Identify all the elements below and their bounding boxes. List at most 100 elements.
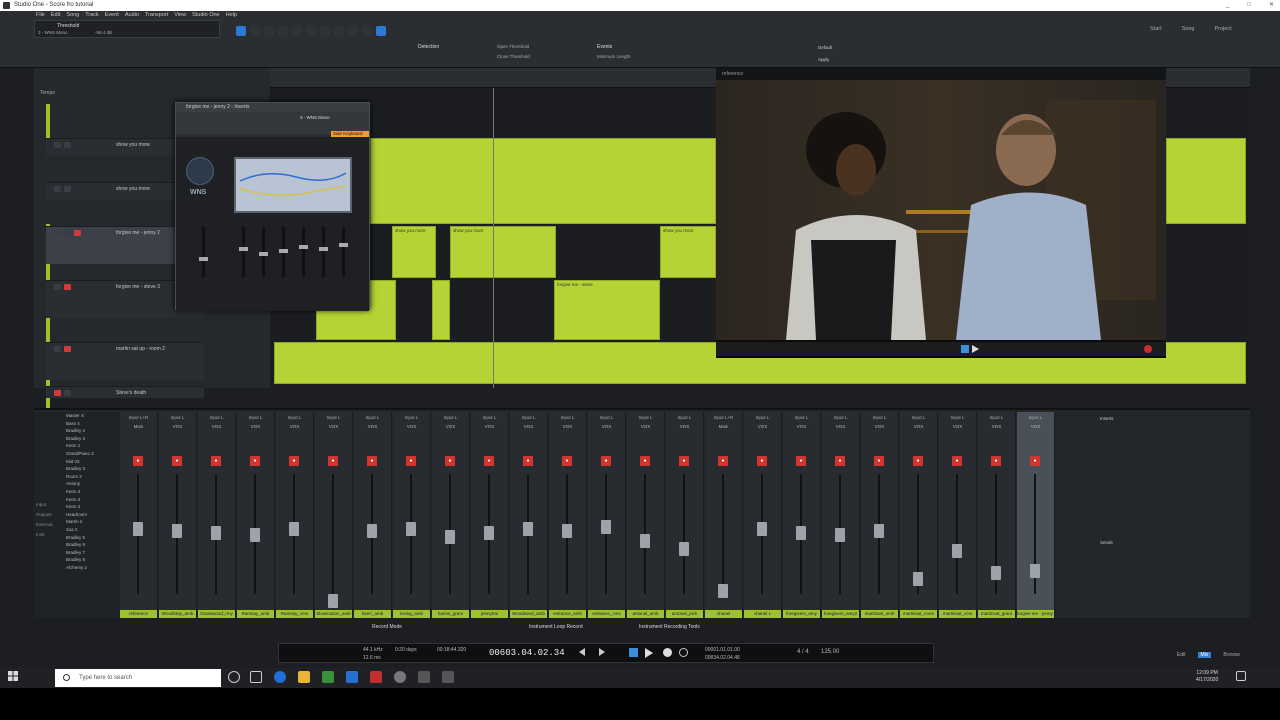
channel-name[interactable]: martinsat_cms [939,610,976,618]
console-list-item[interactable]: Kenn 1 [34,442,120,450]
mixer-channel-strip[interactable]: Input L VOX ● forgive me - jenny 2 [1017,412,1055,618]
console-list-item[interactable]: Alchemy 2 [34,564,120,572]
record-arm-button[interactable] [64,284,71,290]
record-arm-button[interactable]: ● [640,456,650,466]
channel-output[interactable]: VOX [198,424,235,429]
record-arm-button[interactable]: ● [328,456,338,466]
channel-output[interactable]: VOX [549,424,586,429]
channel-output[interactable]: VOX [822,424,859,429]
fader-cap[interactable] [757,522,767,536]
fader-track[interactable] [605,474,607,594]
mute-button[interactable] [54,284,61,290]
fader-cap[interactable] [679,542,689,556]
record-arm-button[interactable]: ● [679,456,689,466]
channel-output[interactable]: VOX [237,424,274,429]
channel-input[interactable]: Input L [627,415,664,420]
inspector-track-box[interactable]: Threshold 3 - WNS Mono -58.4 dB [34,20,220,38]
record-button[interactable] [663,648,672,657]
plugin-fader[interactable] [239,227,248,277]
song-page-button[interactable]: Song [1182,26,1195,32]
console-list-item[interactable]: Bradley 2 [34,427,120,435]
console-list-item[interactable]: GrandPiano 2 [34,450,120,458]
channel-name[interactable]: Ramsay_cms [276,610,313,618]
channel-output[interactable]: VOX [432,424,469,429]
channel-input[interactable]: Input L [393,415,430,420]
mix-view-button[interactable]: Mix [1197,652,1212,658]
menu-edit[interactable]: Edit [51,11,60,20]
start-page-button[interactable]: Start [1150,26,1162,32]
audio-clip[interactable]: forgive me - steve [554,280,660,340]
channel-output[interactable]: VOX [276,424,313,429]
windows-start-icon[interactable] [8,671,18,681]
fader-cap[interactable] [601,520,611,534]
channel-input[interactable]: Input L [237,415,274,420]
mute-button[interactable] [64,390,71,396]
fader-cap[interactable] [640,534,650,548]
record-arm-button[interactable]: ● [718,456,728,466]
mute-button[interactable] [54,346,61,352]
channel-output[interactable]: VOX [588,424,625,429]
mixer-channel-strip[interactable]: Input L VOX ● hamr_amb [354,412,392,618]
channel-name[interactable]: martinsat_amb [861,610,898,618]
channel-output[interactable]: VOX [978,424,1015,429]
fader-cap[interactable] [250,528,260,542]
console-list-item[interactable]: Bradley 3 [34,435,120,443]
mute-button[interactable] [54,142,61,148]
plugin-window[interactable]: forgive me - jenny 2 - Inserts 3 - WNS M… [175,102,370,311]
channel-name[interactable]: chanel [705,610,742,618]
audio-clip[interactable] [432,280,450,340]
listen-tool-icon[interactable] [334,26,344,36]
store-icon[interactable] [322,671,334,683]
taskbar-clock[interactable]: 12:09 PM 4/17/2020 [1196,670,1218,684]
fader-cap[interactable] [445,530,455,544]
channel-output[interactable]: VOX [783,424,820,429]
channel-name[interactable]: antonal_amb [627,610,664,618]
fader-cap[interactable] [133,522,143,536]
fader-cap[interactable] [172,524,182,538]
channel-name[interactable]: foregivem_amy [783,610,820,618]
channel-output[interactable]: VOX [393,424,430,429]
side-label-external[interactable]: External [36,520,53,530]
close-button[interactable]: ✕ [1269,0,1274,11]
record-arm-button[interactable]: ● [172,456,182,466]
channel-input[interactable]: Input L [978,415,1015,420]
fader-cap[interactable] [289,522,299,536]
mixer-channel-strip[interactable]: Input L VOX ● Woodstop_amb [159,412,197,618]
split-tool-icon[interactable] [264,26,274,36]
fader-cap[interactable] [406,522,416,536]
channel-output[interactable]: VOX [510,424,547,429]
console-list-item[interactable]: Bradley 6 [34,541,120,549]
channel-name[interactable]: hamr_amb [354,610,391,618]
record-arm-button[interactable]: ● [367,456,377,466]
app-icon-2[interactable] [442,671,454,683]
position-display[interactable]: 00603.04.02.34 [489,648,565,658]
record-arm-button[interactable]: ● [211,456,221,466]
audio-clip[interactable]: show you more [392,226,436,278]
menu-file[interactable]: File [36,11,45,20]
channel-input[interactable]: Input L [159,415,196,420]
fader-cap[interactable] [562,524,572,538]
mixer-channel-strip[interactable]: Input L VOX ● antonal_pick [666,412,704,618]
menu-view[interactable]: View [174,11,186,20]
channel-name[interactable]: Slowmotion_amb [315,610,352,618]
browse-view-button[interactable]: Browse [1223,652,1240,658]
channel-output[interactable]: VOX [159,424,196,429]
record-arm-button[interactable] [54,390,61,396]
loop-end[interactable]: 00834.02.04.48 [705,655,740,661]
channel-input[interactable]: Input L [1017,415,1054,420]
menu-transport[interactable]: Transport [145,11,168,20]
channel-name[interactable]: antonal_pick [666,610,703,618]
record-arm-button[interactable]: ● [757,456,767,466]
channel-name[interactable]: martinsat_gram [978,610,1015,618]
channel-name[interactable]: jennytrai [471,610,508,618]
channel-input[interactable]: Input L [822,415,859,420]
video-record-icon[interactable] [1144,345,1152,353]
channel-input[interactable]: Input L [198,415,235,420]
channel-name[interactable]: Woodstop_amb [159,610,196,618]
console-list-item[interactable]: Master X [34,412,120,420]
record-arm-button[interactable]: ● [835,456,845,466]
mixer-channel-strip[interactable]: Input L VOX ● Ramsay_amb [237,412,275,618]
audio-clip[interactable]: show you more [660,226,716,278]
project-page-button[interactable]: Project [1214,26,1231,32]
fader-cap[interactable] [874,524,884,538]
